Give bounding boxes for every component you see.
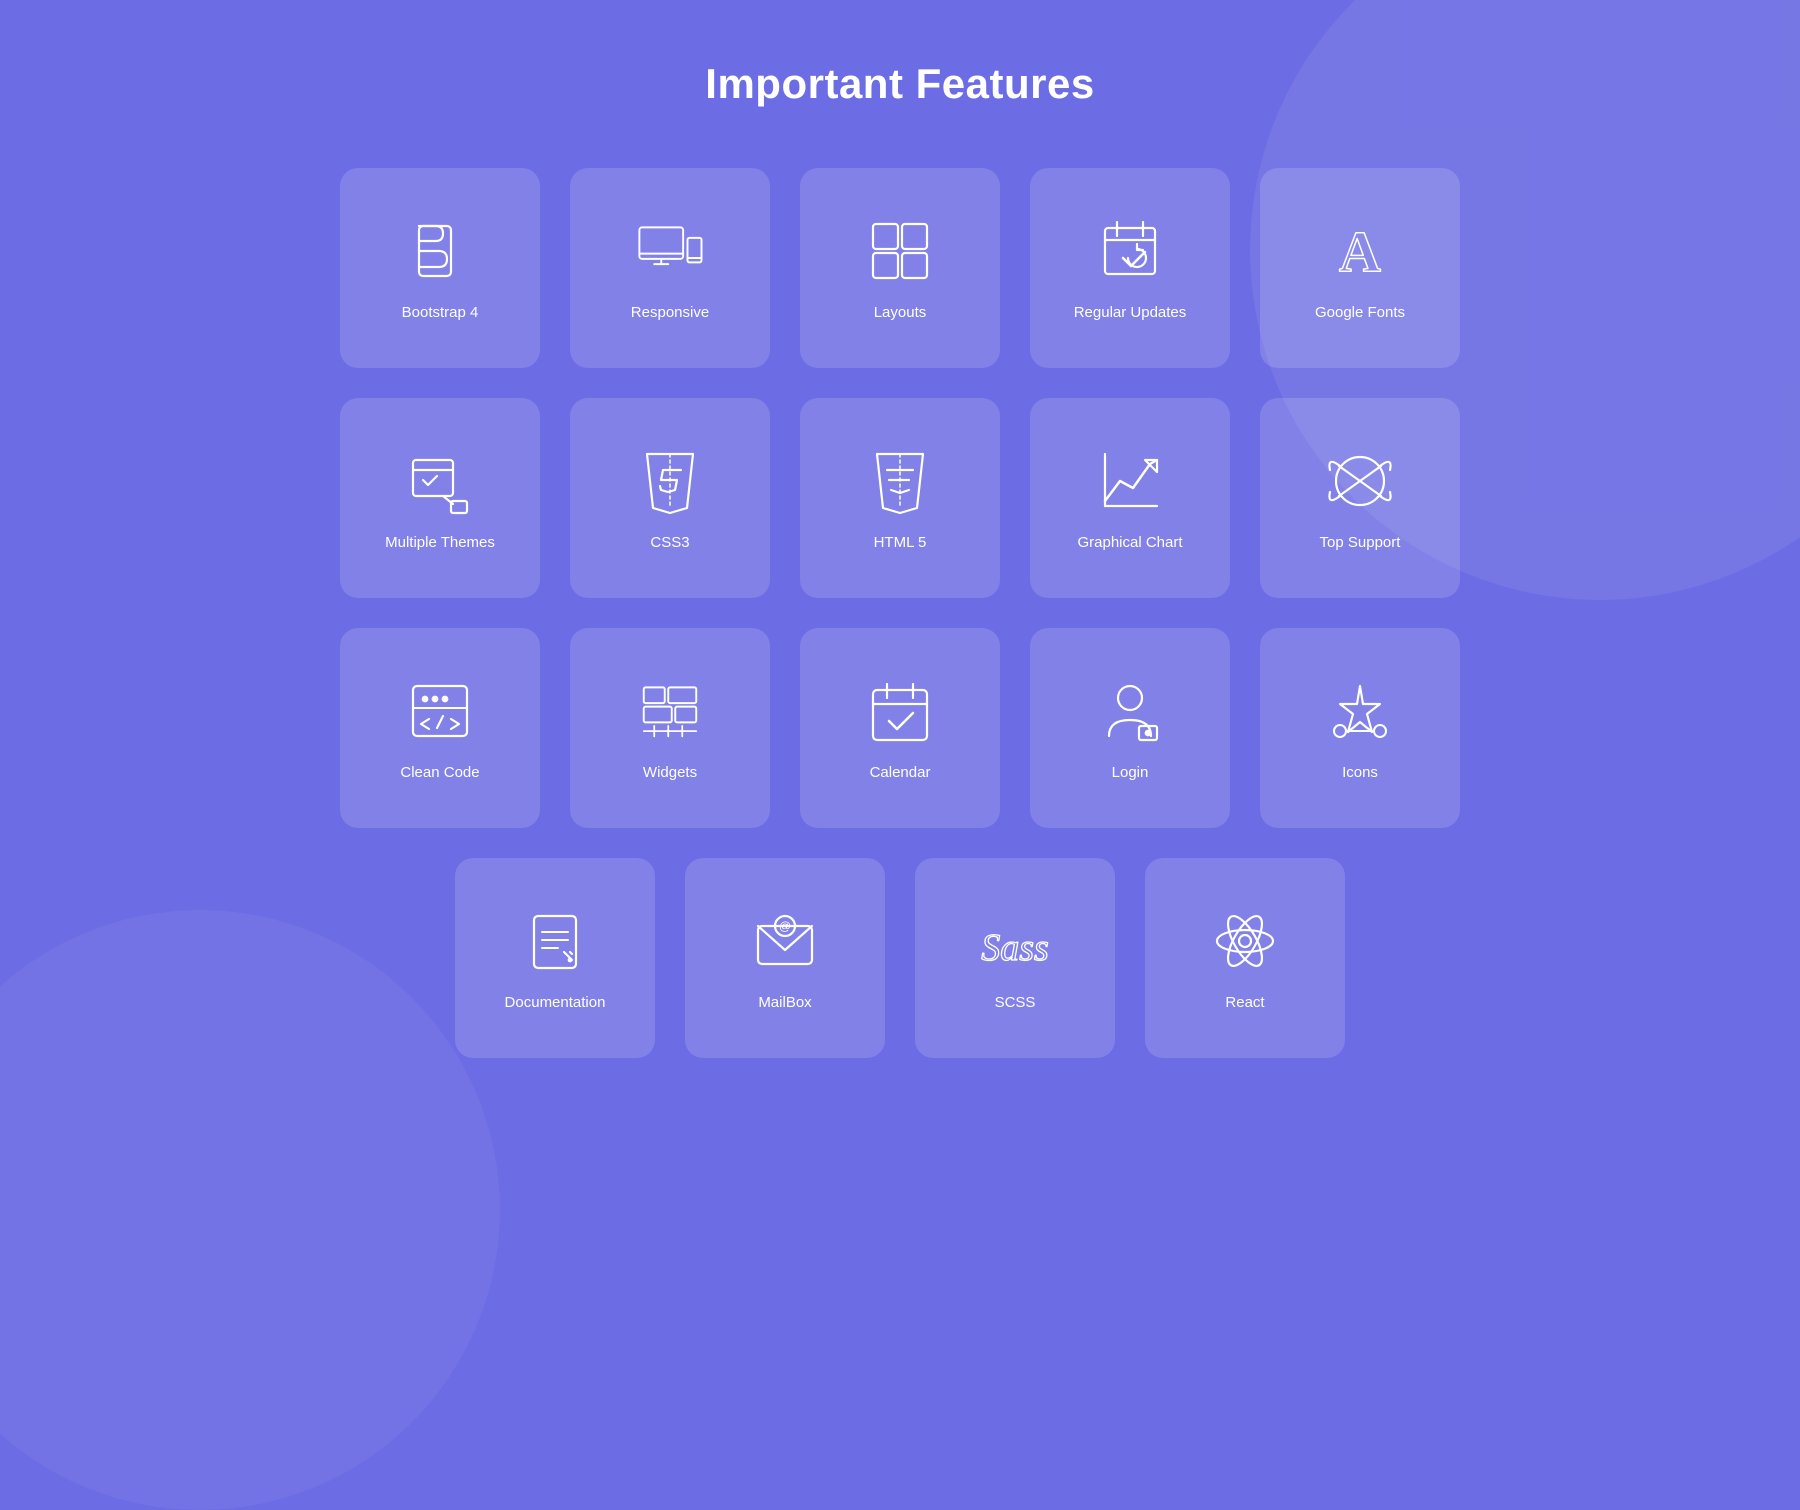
feature-card-responsive[interactable]: Responsive [570, 168, 770, 368]
feature-row-0: Bootstrap 4 Responsive Layouts Regular Upda… [340, 168, 1460, 368]
feature-card-documentation[interactable]: Documentation [455, 858, 655, 1058]
feature-card-icons[interactable]: Icons [1260, 628, 1460, 828]
feature-row-1: Multiple Themes CSS3 HTML 5 Graphical Chart… [340, 398, 1460, 598]
feature-label-login: Login [1112, 764, 1149, 781]
feature-card-scss[interactable]: Sass SCSS [915, 858, 1115, 1058]
calendar-icon [865, 676, 935, 746]
feature-card-login[interactable]: Login [1030, 628, 1230, 828]
scss-icon: Sass [980, 906, 1050, 976]
feature-card-widgets[interactable]: Widgets [570, 628, 770, 828]
documentation-icon [520, 906, 590, 976]
feature-label-regular-updates: Regular Updates [1074, 304, 1187, 321]
feature-label-google-fonts: Google Fonts [1315, 304, 1405, 321]
feature-label-multiple-themes: Multiple Themes [385, 534, 495, 551]
svg-text:A: A [1339, 219, 1381, 284]
feature-label-graphical-chart: Graphical Chart [1077, 534, 1182, 551]
google-fonts-icon: A [1325, 216, 1395, 286]
layouts-icon [865, 216, 935, 286]
feature-label-responsive: Responsive [631, 304, 709, 321]
icons-icon [1325, 676, 1395, 746]
features-grid: Bootstrap 4 Responsive Layouts Regular Upda… [340, 168, 1460, 1058]
css3-icon [635, 446, 705, 516]
feature-label-html5: HTML 5 [874, 534, 927, 551]
widgets-icon [635, 676, 705, 746]
react-icon [1210, 906, 1280, 976]
feature-card-layouts[interactable]: Layouts [800, 168, 1000, 368]
feature-label-scss: SCSS [995, 994, 1036, 1011]
mailbox-icon: @ [750, 906, 820, 976]
feature-label-clean-code: Clean Code [400, 764, 479, 781]
svg-text:Sass: Sass [981, 927, 1049, 969]
feature-label-layouts: Layouts [874, 304, 927, 321]
clean-code-icon [405, 676, 475, 746]
feature-label-css3: CSS3 [650, 534, 689, 551]
regular-updates-icon [1095, 216, 1165, 286]
feature-row-3: Documentation @ MailBox Sass SCSS React [455, 858, 1345, 1058]
responsive-icon [635, 216, 705, 286]
feature-label-widgets: Widgets [643, 764, 697, 781]
feature-card-bootstrap[interactable]: Bootstrap 4 [340, 168, 540, 368]
feature-card-top-support[interactable]: Top Support [1260, 398, 1460, 598]
feature-label-bootstrap: Bootstrap 4 [402, 304, 479, 321]
feature-label-icons: Icons [1342, 764, 1378, 781]
feature-card-regular-updates[interactable]: Regular Updates [1030, 168, 1230, 368]
feature-card-clean-code[interactable]: Clean Code [340, 628, 540, 828]
top-support-icon [1325, 446, 1395, 516]
feature-label-mailbox: MailBox [758, 994, 811, 1011]
feature-label-documentation: Documentation [505, 994, 606, 1011]
page-title: Important Features [705, 60, 1094, 108]
bootstrap-icon [405, 216, 475, 286]
feature-row-2: Clean Code Widgets Calendar Login Icons [340, 628, 1460, 828]
feature-card-graphical-chart[interactable]: Graphical Chart [1030, 398, 1230, 598]
svg-text:@: @ [779, 919, 791, 933]
feature-card-html5[interactable]: HTML 5 [800, 398, 1000, 598]
feature-label-calendar: Calendar [870, 764, 931, 781]
feature-card-react[interactable]: React [1145, 858, 1345, 1058]
feature-label-top-support: Top Support [1320, 534, 1401, 551]
feature-card-multiple-themes[interactable]: Multiple Themes [340, 398, 540, 598]
multiple-themes-icon [405, 446, 475, 516]
feature-card-google-fonts[interactable]: A Google Fonts [1260, 168, 1460, 368]
feature-card-calendar[interactable]: Calendar [800, 628, 1000, 828]
html5-icon [865, 446, 935, 516]
graphical-chart-icon [1095, 446, 1165, 516]
feature-card-css3[interactable]: CSS3 [570, 398, 770, 598]
login-icon [1095, 676, 1165, 746]
feature-label-react: React [1225, 994, 1264, 1011]
feature-card-mailbox[interactable]: @ MailBox [685, 858, 885, 1058]
